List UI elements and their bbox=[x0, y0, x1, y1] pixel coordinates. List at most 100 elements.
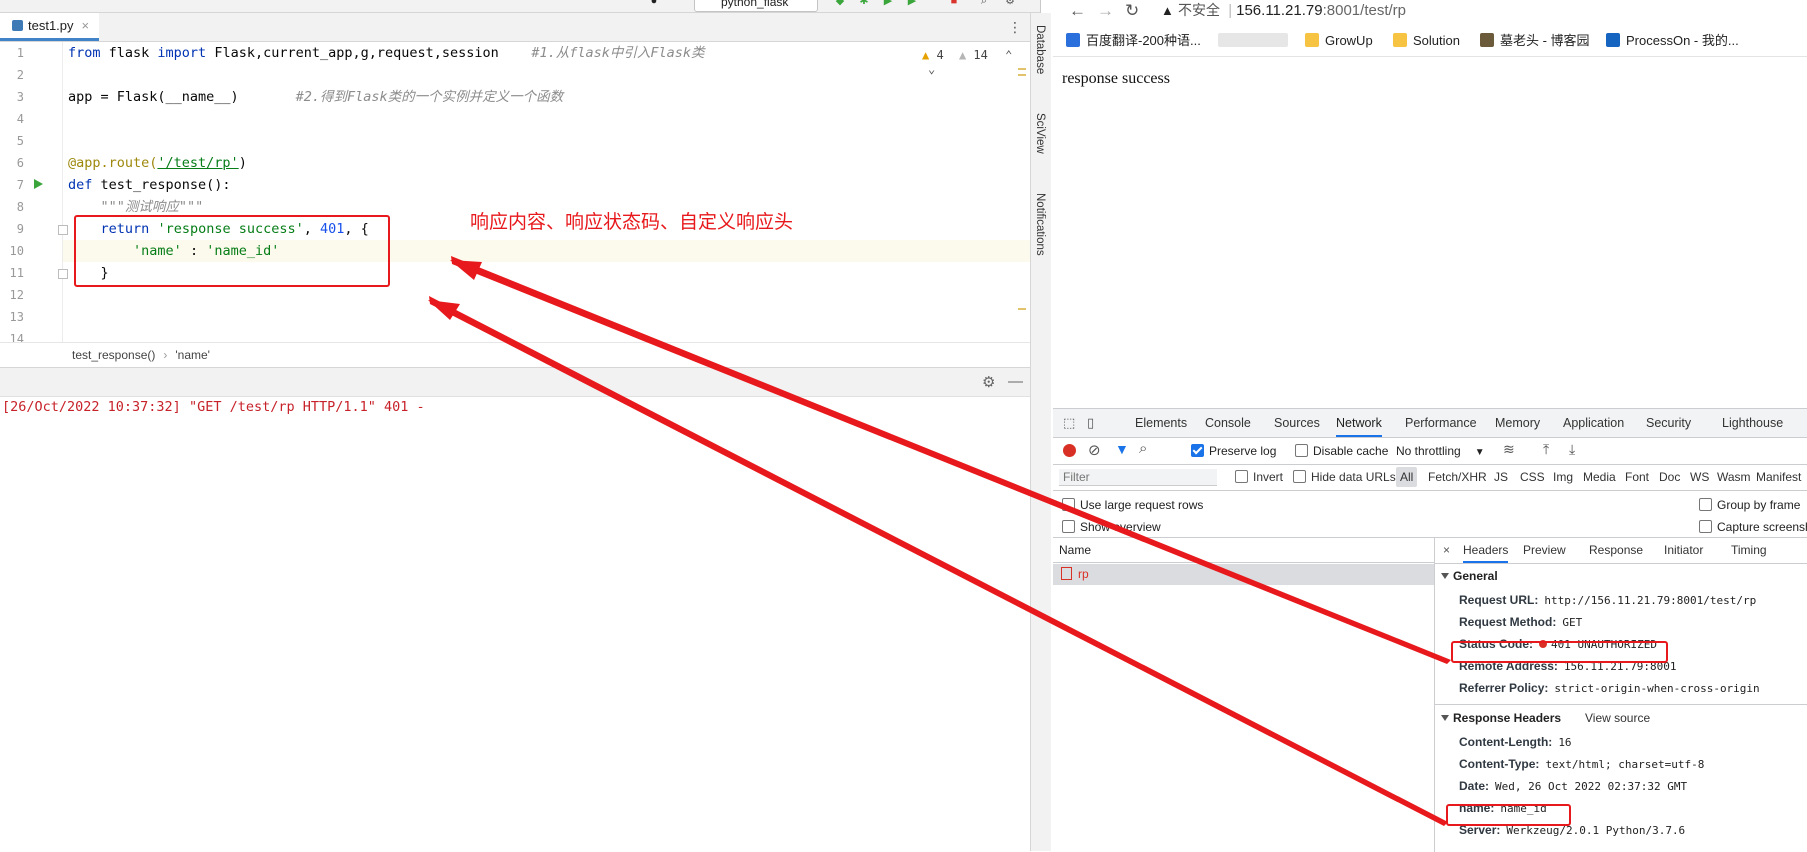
tab-headers[interactable]: Headers bbox=[1463, 538, 1509, 563]
back-icon[interactable]: ← bbox=[1069, 0, 1086, 22]
user-icon[interactable]: ● bbox=[648, 0, 660, 7]
line-number: 12 bbox=[9, 288, 24, 302]
filter-input[interactable] bbox=[1059, 469, 1217, 486]
filter-icon[interactable]: ▼ bbox=[1115, 441, 1129, 457]
upload-icon[interactable]: ⤒ bbox=[1543, 441, 1549, 458]
chevron-up-icon[interactable]: ⌃ bbox=[1005, 48, 1012, 62]
tab-application[interactable]: Application bbox=[1563, 409, 1624, 437]
chevron-down-icon: ▼ bbox=[1474, 447, 1485, 458]
disable-cache-checkbox[interactable]: Disable cache bbox=[1295, 444, 1388, 458]
side-tab-sciview[interactable]: SciView bbox=[1034, 113, 1046, 154]
fold-icon[interactable] bbox=[58, 225, 68, 235]
general-section-title[interactable]: General bbox=[1441, 569, 1498, 583]
coverage-icon[interactable]: ▶ bbox=[906, 0, 918, 7]
side-tab-notifications[interactable]: Notifications bbox=[1034, 193, 1046, 256]
show-overview-checkbox[interactable]: Show overview bbox=[1062, 520, 1161, 534]
tab-elements[interactable]: Elements bbox=[1135, 409, 1187, 437]
bookmark-blurred[interactable] bbox=[1218, 26, 1294, 56]
search-icon[interactable]: ⌕ bbox=[978, 0, 990, 7]
bookmark-baidu-translate[interactable]: 百度翻译-200种语... bbox=[1066, 26, 1201, 56]
filter-type-wasm[interactable]: Wasm bbox=[1717, 470, 1751, 484]
record-icon[interactable] bbox=[1063, 444, 1076, 457]
fold-icon[interactable] bbox=[58, 269, 68, 279]
gear-icon[interactable]: ⚙ bbox=[982, 373, 995, 391]
tab-memory[interactable]: Memory bbox=[1495, 409, 1540, 437]
download-icon[interactable]: ⤓ bbox=[1569, 441, 1575, 458]
filter-type-doc[interactable]: Doc bbox=[1659, 470, 1680, 484]
forward-icon[interactable]: → bbox=[1097, 0, 1114, 22]
filter-type-css[interactable]: CSS bbox=[1520, 470, 1545, 484]
clear-icon[interactable]: ⊘ bbox=[1088, 441, 1101, 459]
header-row: Content-Length: 16 bbox=[1459, 735, 1572, 749]
file-tab-label: test1.py bbox=[28, 18, 74, 33]
tab-timing[interactable]: Timing bbox=[1731, 538, 1767, 563]
tab-preview[interactable]: Preview bbox=[1523, 538, 1566, 563]
run-gutter-icon[interactable] bbox=[34, 179, 43, 189]
filter-type-fetch[interactable]: Fetch/XHR bbox=[1428, 470, 1487, 484]
line-number: 6 bbox=[16, 156, 24, 170]
tab-initiator[interactable]: Initiator bbox=[1664, 538, 1703, 563]
filter-type-all[interactable]: All bbox=[1396, 467, 1418, 487]
minimize-icon[interactable]: — bbox=[1008, 373, 1023, 390]
line-number: 5 bbox=[16, 134, 24, 148]
build-icon[interactable]: ◆ bbox=[834, 0, 846, 7]
scroll-marker bbox=[1018, 68, 1026, 70]
tab-lighthouse[interactable]: Lighthouse bbox=[1722, 409, 1783, 437]
tab-console[interactable]: Console bbox=[1205, 409, 1251, 437]
translate-icon bbox=[1066, 33, 1080, 47]
filter-type-font[interactable]: Font bbox=[1625, 470, 1649, 484]
debug-icon[interactable]: ✱ bbox=[858, 0, 870, 7]
blog-icon bbox=[1480, 33, 1494, 47]
tab-security[interactable]: Security bbox=[1646, 409, 1691, 437]
preserve-log-checkbox[interactable]: Preserve log bbox=[1191, 444, 1276, 458]
breadcrumb-item[interactable]: test_response() bbox=[72, 348, 155, 362]
address-bar[interactable]: ▲ 不安全 | 156.11.21.79:8001/test/rp bbox=[1161, 0, 1807, 22]
code-editor[interactable]: 1 2 3 4 5 6 7 8 9 10 11 12 13 14 from fl… bbox=[0, 42, 1030, 342]
hide-data-urls-checkbox[interactable]: Hide data URLs bbox=[1293, 470, 1396, 484]
large-rows-checkbox[interactable]: Use large request rows bbox=[1062, 498, 1203, 512]
reload-icon[interactable]: ↻ bbox=[1125, 0, 1139, 22]
filter-type-manifest[interactable]: Manifest bbox=[1756, 470, 1801, 484]
bookmark-solution[interactable]: Solution bbox=[1393, 26, 1460, 56]
tab-network[interactable]: Network bbox=[1336, 409, 1382, 437]
filter-type-img[interactable]: Img bbox=[1553, 470, 1573, 484]
close-icon[interactable]: × bbox=[1443, 538, 1450, 563]
network-conditions-icon[interactable]: ≋ bbox=[1503, 441, 1515, 458]
tab-performance[interactable]: Performance bbox=[1405, 409, 1477, 437]
throttling-select[interactable]: No throttling ▼ bbox=[1396, 444, 1485, 458]
filter-type-js[interactable]: JS bbox=[1494, 470, 1508, 484]
group-by-frame-checkbox[interactable]: Group by frame bbox=[1699, 498, 1800, 512]
filter-type-ws[interactable]: WS bbox=[1690, 470, 1709, 484]
scroll-marker bbox=[1018, 74, 1026, 76]
tab-sources[interactable]: Sources bbox=[1274, 409, 1320, 437]
addr-divider: | bbox=[1228, 2, 1233, 19]
inspection-widget[interactable]: ▲ 4 ▲ 14 ⌃ ⌄ bbox=[922, 48, 1030, 76]
code-line-6: @app.route('/test/rp') bbox=[68, 155, 247, 171]
gear-icon[interactable]: ⚙ bbox=[1004, 0, 1016, 7]
bookmark-cnblogs[interactable]: 墓老头 - 博客园 bbox=[1480, 26, 1590, 56]
tab-menu-icon[interactable]: ⋮ bbox=[1008, 19, 1022, 36]
device-toolbar-icon[interactable]: ▯ bbox=[1087, 415, 1094, 431]
stop-icon[interactable]: ■ bbox=[948, 0, 960, 7]
response-headers-title[interactable]: Response Headers bbox=[1441, 711, 1561, 725]
breadcrumb-item[interactable]: 'name' bbox=[175, 348, 210, 362]
side-tab-database[interactable]: Database bbox=[1034, 25, 1046, 74]
inspect-icon[interactable]: ⬚ bbox=[1063, 415, 1075, 431]
bookmark-processon[interactable]: ProcessOn - 我的... bbox=[1606, 26, 1739, 56]
checkbox bbox=[1062, 520, 1075, 533]
view-source-link[interactable]: View source bbox=[1585, 711, 1650, 725]
ide-window: ● python_flask ◆ ✱ ▶ ▶ ■ ⌕ ⚙ test1.py × ⋮… bbox=[0, 0, 1051, 851]
invert-checkbox[interactable]: Invert bbox=[1235, 470, 1283, 484]
capture-screenshots-checkbox[interactable]: Capture screenshots bbox=[1699, 520, 1807, 534]
column-header-name[interactable]: Name bbox=[1053, 538, 1434, 563]
request-row-rp[interactable]: rp bbox=[1053, 564, 1434, 585]
filter-type-media[interactable]: Media bbox=[1583, 470, 1616, 484]
file-tab-test1[interactable]: test1.py × bbox=[0, 13, 100, 41]
chevron-down-icon[interactable]: ⌄ bbox=[928, 62, 935, 76]
run-icon[interactable]: ▶ bbox=[882, 0, 894, 7]
bookmark-growup[interactable]: GrowUp bbox=[1305, 26, 1373, 56]
close-icon[interactable]: × bbox=[82, 18, 90, 33]
tab-response[interactable]: Response bbox=[1589, 538, 1643, 563]
run-config-select[interactable]: python_flask bbox=[694, 0, 818, 12]
search-icon[interactable]: ⌕ bbox=[1139, 440, 1147, 457]
